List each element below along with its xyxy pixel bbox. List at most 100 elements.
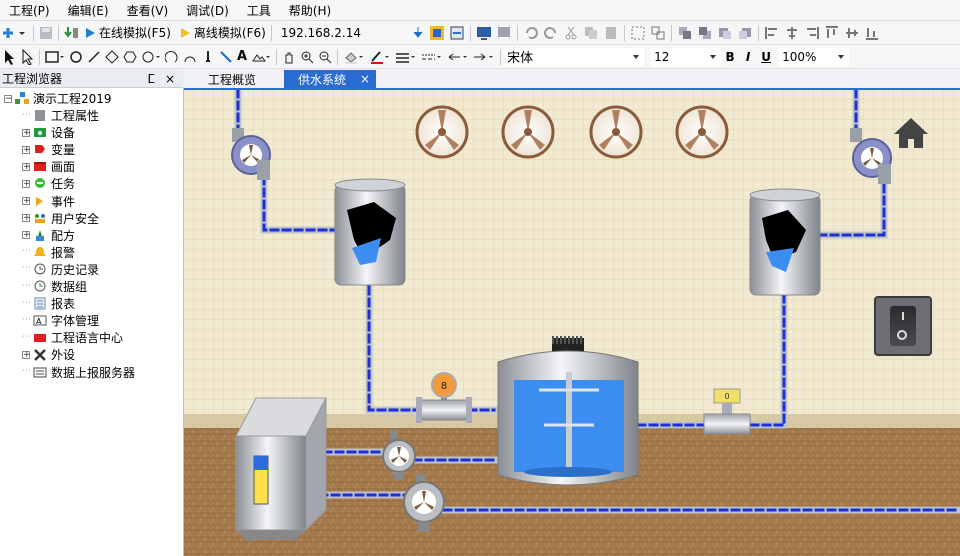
expand-icon[interactable]: + bbox=[22, 231, 31, 240]
send-back-icon[interactable] bbox=[695, 23, 715, 43]
rectangle-icon[interactable] bbox=[43, 47, 67, 67]
pan-icon[interactable] bbox=[280, 47, 298, 67]
zoom-select[interactable]: 100% bbox=[779, 47, 850, 66]
fill-color-icon[interactable] bbox=[341, 47, 367, 67]
tree-item-variables[interactable]: + 变量 bbox=[22, 141, 75, 158]
expand-icon[interactable]: + bbox=[22, 197, 31, 206]
tree-item-reports[interactable]: ⋯ 报表 bbox=[22, 295, 75, 312]
cut-icon[interactable] bbox=[561, 23, 581, 43]
ip-address-select[interactable]: 192.168.2.14 bbox=[279, 24, 409, 42]
expand-icon[interactable]: + bbox=[22, 128, 31, 137]
forward-icon[interactable] bbox=[715, 23, 735, 43]
menu-view[interactable]: 查看(V) bbox=[118, 2, 178, 19]
tree-item-report-server[interactable]: ⋯ 数据上报服务器 bbox=[22, 364, 135, 381]
tree-item-screens[interactable]: + 画面 bbox=[22, 158, 75, 175]
arrow-end-icon[interactable] bbox=[471, 47, 497, 67]
line-style-icon[interactable] bbox=[419, 47, 445, 67]
online-sim-button[interactable]: 在线模拟(F5) bbox=[82, 23, 173, 43]
align-top-icon[interactable] bbox=[822, 23, 842, 43]
menu-debug[interactable]: 调试(D) bbox=[177, 2, 238, 19]
circle-dropdown-icon[interactable] bbox=[139, 47, 163, 67]
tree-item-user-security[interactable]: + 用户安全 bbox=[22, 210, 99, 227]
tree-item-project-properties[interactable]: ⋯ 工程属性 bbox=[22, 107, 99, 124]
redo-icon[interactable] bbox=[541, 23, 561, 43]
connector-icon[interactable] bbox=[217, 47, 235, 67]
monitor-icon[interactable] bbox=[494, 23, 514, 43]
expand-icon[interactable]: + bbox=[22, 145, 31, 154]
align-center-icon[interactable] bbox=[782, 23, 802, 43]
diamond-icon[interactable] bbox=[103, 47, 121, 67]
power-switch[interactable] bbox=[874, 296, 932, 356]
expand-icon[interactable]: + bbox=[22, 179, 31, 188]
hmi-canvas[interactable]: 8 0 bbox=[184, 90, 960, 556]
new-icon[interactable] bbox=[0, 23, 30, 43]
tree-item-history[interactable]: ⋯ 历史记录 bbox=[22, 261, 99, 278]
tree-item-events[interactable]: + 事件 bbox=[22, 193, 75, 210]
ungroup-icon[interactable] bbox=[648, 23, 668, 43]
font-size-select[interactable]: 12 bbox=[651, 47, 722, 66]
water-unit[interactable] bbox=[235, 397, 327, 540]
pen-icon[interactable] bbox=[199, 47, 217, 67]
bold-button[interactable]: B bbox=[721, 47, 739, 67]
screen-icon[interactable] bbox=[474, 23, 494, 43]
tree-item-recipes[interactable]: + 配方 bbox=[22, 227, 75, 244]
select-arrow-icon[interactable] bbox=[0, 47, 18, 67]
select-outline-icon[interactable] bbox=[18, 47, 36, 67]
tree-item-peripherals[interactable]: + 外设 bbox=[22, 346, 75, 363]
expand-icon[interactable]: + bbox=[22, 162, 31, 171]
tree-item-alarms[interactable]: ⋯ 报警 bbox=[22, 244, 75, 261]
copy-icon[interactable] bbox=[581, 23, 601, 43]
tab-close-icon[interactable]: × bbox=[360, 72, 370, 86]
line-width-icon[interactable] bbox=[393, 47, 419, 67]
curve-icon[interactable] bbox=[181, 47, 199, 67]
group-icon[interactable] bbox=[628, 23, 648, 43]
align-middle-icon[interactable] bbox=[842, 23, 862, 43]
image-icon[interactable] bbox=[249, 47, 273, 67]
align-bottom-icon[interactable] bbox=[862, 23, 882, 43]
align-left-icon[interactable] bbox=[762, 23, 782, 43]
zoom-out-icon[interactable] bbox=[316, 47, 334, 67]
expand-icon[interactable]: + bbox=[22, 214, 31, 223]
save-icon[interactable] bbox=[37, 23, 55, 43]
download-icon[interactable] bbox=[62, 23, 82, 43]
pin-icon[interactable]: ⵎ bbox=[147, 72, 154, 86]
tree-item-language-center[interactable]: ⋯ 工程语言中心 bbox=[22, 329, 123, 346]
mixing-tank[interactable] bbox=[497, 336, 639, 486]
tree-item-tasks[interactable]: + 任务 bbox=[22, 175, 75, 192]
text-icon[interactable]: A bbox=[235, 47, 249, 67]
paste-icon[interactable] bbox=[601, 23, 621, 43]
offline-sim-button[interactable]: 离线模拟(F6) bbox=[177, 23, 268, 43]
bring-front-icon[interactable] bbox=[675, 23, 695, 43]
underline-button[interactable]: U bbox=[757, 47, 775, 67]
tree-item-data-groups[interactable]: ⋯ 数据组 bbox=[22, 278, 87, 295]
tank-right[interactable] bbox=[749, 188, 821, 296]
collapse-icon[interactable]: − bbox=[4, 94, 13, 103]
expand-icon[interactable]: + bbox=[22, 350, 31, 359]
align-right-icon[interactable] bbox=[802, 23, 822, 43]
line-icon[interactable] bbox=[85, 47, 103, 67]
menu-tools[interactable]: 工具 bbox=[238, 2, 280, 19]
arrow-start-icon[interactable] bbox=[445, 47, 471, 67]
hexagon-icon[interactable] bbox=[121, 47, 139, 67]
arc-icon[interactable] bbox=[163, 47, 181, 67]
undo-icon[interactable] bbox=[521, 23, 541, 43]
menu-help[interactable]: 帮助(H) bbox=[280, 2, 340, 19]
connect-icon[interactable] bbox=[409, 23, 427, 43]
font-family-select[interactable]: 宋体 bbox=[504, 47, 645, 66]
tab-overview[interactable]: 工程概览 bbox=[192, 70, 272, 88]
menu-project[interactable]: 工程(P) bbox=[0, 2, 59, 19]
italic-button[interactable]: I bbox=[739, 47, 757, 67]
line-color-icon[interactable] bbox=[367, 47, 393, 67]
tab-water-supply[interactable]: 供水系统 × bbox=[284, 70, 376, 88]
ellipse-icon[interactable] bbox=[67, 47, 85, 67]
tree-item-font-manager[interactable]: ⋯ A 字体管理 bbox=[22, 312, 99, 329]
backward-icon[interactable] bbox=[735, 23, 755, 43]
compile-icon[interactable] bbox=[447, 23, 467, 43]
upload-icon[interactable] bbox=[427, 23, 447, 43]
menu-edit[interactable]: 编辑(E) bbox=[59, 2, 118, 19]
tree-item-devices[interactable]: + 设备 bbox=[22, 124, 75, 141]
tank-left[interactable] bbox=[334, 178, 406, 286]
zoom-in-icon[interactable] bbox=[298, 47, 316, 67]
tree-root[interactable]: − 演示工程2019 bbox=[4, 90, 112, 107]
panel-close-icon[interactable]: × bbox=[165, 72, 175, 86]
